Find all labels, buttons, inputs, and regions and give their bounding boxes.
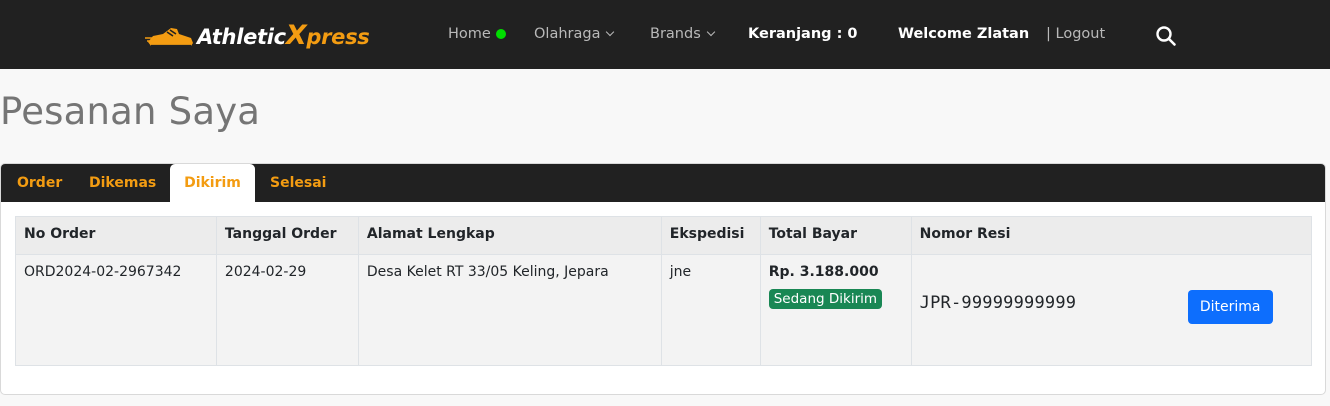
order-total: Rp. 3.188.000 <box>768 264 879 280</box>
nav-olahraga-dropdown[interactable]: Olahraga <box>534 26 615 42</box>
col-ekspedisi: Ekspedisi <box>660 216 761 255</box>
order-address: Desa Kelet RT 33/05 Keling, Jepara <box>357 254 662 366</box>
table-row: ORD2024-02-2967342 2024-02-29 Desa Kelet… <box>15 254 1313 366</box>
nav-home-label: Home <box>448 26 491 42</box>
status-badge: Sedang Dikirim <box>768 289 883 309</box>
diterima-button[interactable]: Diterima <box>1187 290 1273 324</box>
top-navbar: AthleticXpress Home Olahraga Brands Kera… <box>0 0 1330 69</box>
orders-card: Order Dikemas Dikirim Selesai No Order T… <box>0 163 1326 395</box>
tab-selesai[interactable]: Selesai <box>270 164 326 202</box>
col-total-bayar: Total Bayar <box>759 216 912 255</box>
tracking-number: JPR-99999999999 <box>919 293 1077 313</box>
tab-order[interactable]: Order <box>17 164 62 202</box>
logout-link[interactable]: | Logout <box>1046 26 1105 42</box>
chevron-down-icon <box>706 27 715 37</box>
order-tabs: Order Dikemas Dikirim Selesai <box>1 164 1325 202</box>
welcome-text: Welcome Zlatan <box>898 26 1029 42</box>
col-no-order: No Order <box>15 216 217 255</box>
brand-name: AthleticXpress <box>197 20 370 51</box>
brand-logo[interactable]: AthleticXpress <box>145 18 370 52</box>
search-icon <box>1156 26 1176 46</box>
chevron-down-icon <box>606 27 615 37</box>
nav-home[interactable]: Home <box>448 26 506 42</box>
tab-dikirim[interactable]: Dikirim <box>170 164 255 202</box>
col-tanggal-order: Tanggal Order <box>215 216 359 255</box>
nav-brands-label: Brands <box>650 26 701 42</box>
order-number: ORD2024-02-2967342 <box>15 254 217 366</box>
nav-olahraga-label: Olahraga <box>534 26 601 42</box>
brand-x: X <box>285 19 307 51</box>
nav-cart[interactable]: Keranjang : 0 <box>748 26 858 42</box>
cart-label: Keranjang : 0 <box>748 26 858 42</box>
welcome-label: Welcome Zlatan <box>898 26 1030 42</box>
order-total-cell: Rp. 3.188.000 Sedang Dikirim <box>759 254 912 366</box>
order-date: 2024-02-29 <box>215 254 359 366</box>
online-status-dot <box>495 29 506 39</box>
table-header-row: No Order Tanggal Order Alamat Lengkap Ek… <box>15 216 1313 255</box>
orders-table: No Order Tanggal Order Alamat Lengkap Ek… <box>15 216 1313 366</box>
col-nomor-resi: Nomor Resi <box>910 216 1313 255</box>
order-resi-cell: JPR-99999999999 Diterima <box>910 254 1313 366</box>
col-alamat-lengkap: Alamat Lengkap <box>357 216 662 255</box>
logout-label: | Logout <box>1046 26 1106 42</box>
shoe-logo-icon <box>145 28 193 48</box>
page-title: Pesanan Saya <box>0 90 261 133</box>
search-button[interactable] <box>1155 25 1177 47</box>
tab-dikemas[interactable]: Dikemas <box>89 164 156 202</box>
order-courier: jne <box>660 254 761 366</box>
brand-tail: press <box>306 24 370 49</box>
brand-main: Athletic <box>197 24 286 49</box>
nav-brands-dropdown[interactable]: Brands <box>650 26 715 42</box>
